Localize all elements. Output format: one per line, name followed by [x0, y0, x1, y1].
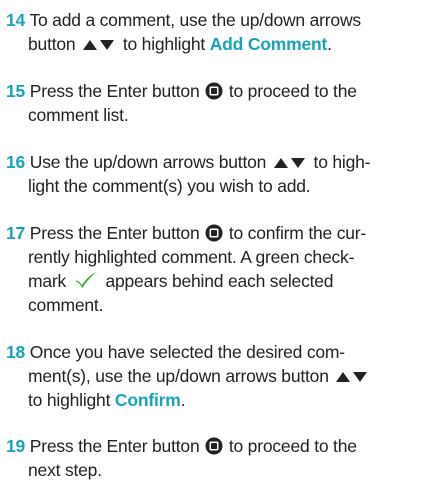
step-16: 16 Use the up/down arrows button to high… [6, 150, 442, 198]
step-19-line-1: 19 Press the Enter button to proceed to … [6, 434, 442, 458]
up-down-arrows-icon [82, 39, 116, 51]
step-text: comment list. [28, 105, 129, 125]
green-checkmark-icon [73, 271, 99, 289]
step-text: Use the up/down arrows button [29, 152, 267, 172]
step-18-line-1: 18 Once you have selected the desired co… [6, 340, 442, 364]
step-18: 18 Once you have selected the desired co… [6, 340, 442, 412]
step-text: Once you have selected the desired com- [29, 342, 345, 362]
step-15-line-1: 15 Press the Enter button to proceed to … [6, 79, 442, 103]
step-text: ment(s), use the up/down arrows button [28, 366, 329, 386]
step-14-line-2: button to highlight Add Comment. [6, 32, 442, 56]
step-16-line-1: 16 Use the up/down arrows button to high… [6, 150, 442, 174]
step-text: Press the Enter button [29, 436, 200, 456]
step-number: 15 [6, 81, 26, 101]
step-17-line-2: rently highlighted comment. A green chec… [6, 245, 442, 269]
up-down-arrows-icon [335, 371, 369, 383]
step-14: 14 To add a comment, use the up/down arr… [6, 8, 442, 56]
step-text: button [28, 34, 76, 54]
step-14-line-1: 14 To add a comment, use the up/down arr… [6, 8, 442, 32]
step-text: . [180, 390, 186, 410]
step-text: to proceed to the [228, 436, 357, 456]
step-17-line-4: comment. [6, 293, 442, 317]
step-text: comment. [28, 295, 104, 315]
step-number: 14 [6, 10, 26, 30]
step-text: to proceed to the [228, 81, 357, 101]
step-number: 19 [6, 436, 26, 456]
step-text: light the comment(s) you wish to add. [28, 176, 311, 196]
enter-button-icon [205, 437, 223, 455]
step-19-line-2: next step. [6, 458, 442, 482]
step-17: 17 Press the Enter button to confirm the… [6, 221, 442, 317]
step-18-line-2: ment(s), use the up/down arrows button [6, 364, 442, 388]
step-18-line-3: to highlight Confirm. [6, 388, 442, 412]
step-text: Press the Enter button [29, 81, 200, 101]
highlight-confirm: Confirm [114, 390, 181, 410]
step-number: 17 [6, 223, 26, 243]
step-text: to highlight [122, 34, 206, 54]
enter-button-icon [205, 224, 223, 242]
step-17-line-1: 17 Press the Enter button to confirm the… [6, 221, 442, 245]
highlight-add-comment: Add Comment [209, 34, 328, 54]
step-text: . [327, 34, 332, 54]
step-text: mark [28, 271, 67, 291]
step-17-line-3: mark appears behind each selected [6, 269, 442, 293]
step-16-line-2: light the comment(s) you wish to add. [6, 174, 442, 198]
step-15: 15 Press the Enter button to proceed to … [6, 79, 442, 127]
step-text: appears behind each selected [105, 271, 334, 291]
step-text: next step. [28, 460, 102, 480]
step-19: 19 Press the Enter button to proceed to … [6, 434, 442, 482]
step-text: to highlight [28, 390, 111, 410]
instruction-page: 14 To add a comment, use the up/down arr… [0, 0, 445, 482]
step-number: 18 [6, 342, 26, 362]
up-down-arrows-icon [273, 157, 307, 169]
step-text: To add a comment, use the up/down arrows [29, 10, 361, 30]
step-text: to high- [313, 152, 371, 172]
step-text: rently highlighted comment. A green chec… [28, 247, 355, 267]
step-number: 16 [6, 152, 26, 172]
step-15-line-2: comment list. [6, 103, 442, 127]
enter-button-icon [205, 82, 223, 100]
step-text: Press the Enter button [29, 223, 200, 243]
step-text: to confirm the cur- [228, 223, 367, 243]
